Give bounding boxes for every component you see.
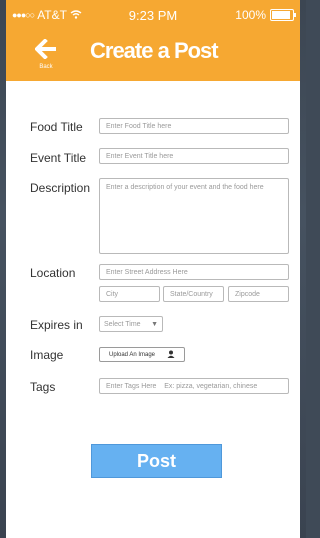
battery-info: 100% <box>235 8 296 22</box>
page-title: Create a Post <box>90 38 219 63</box>
battery-icon <box>270 9 296 21</box>
screen: ●●●○○ AT&T 9:23 PM 100% Back Create a Po… <box>0 0 306 538</box>
street-address-input[interactable]: Enter Street Address Here <box>99 264 289 280</box>
expires-select[interactable]: Select Time ▼ <box>99 316 163 332</box>
tags-label: Tags <box>30 380 56 394</box>
location-label: Location <box>30 266 76 280</box>
upload-image-button[interactable]: Upload An Image <box>99 347 185 362</box>
zipcode-input[interactable]: Zipcode <box>228 286 289 302</box>
back-button[interactable]: Back <box>32 38 60 70</box>
event-title-label: Event Title <box>30 151 87 165</box>
event-title-input[interactable]: Enter Event Title here <box>99 148 289 164</box>
image-label: Image <box>30 348 64 362</box>
state-input[interactable]: State/Country <box>163 286 224 302</box>
expires-selected: Select Time <box>104 320 141 328</box>
status-bar: ●●●○○ AT&T 9:23 PM 100% <box>6 0 300 30</box>
upload-image-label: Upload An Image <box>108 351 156 358</box>
description-label: Description <box>30 181 91 195</box>
city-input[interactable]: City <box>99 286 160 302</box>
expires-label: Expires in <box>30 318 83 332</box>
right-edge <box>300 0 306 538</box>
description-textarea[interactable]: Enter a description of your event and th… <box>99 178 289 254</box>
back-label: Back <box>39 64 53 70</box>
back-arrow-icon <box>32 38 60 62</box>
battery-percent: 100% <box>235 8 266 22</box>
person-icon <box>167 350 175 360</box>
dropdown-arrow-icon: ▼ <box>151 320 158 328</box>
header-bar: ●●●○○ AT&T 9:23 PM 100% Back Create a Po… <box>6 0 300 81</box>
food-title-input[interactable]: Enter Food Title here <box>99 118 289 134</box>
tags-input[interactable]: Enter Tags Here Ex: pizza, vegetarian, c… <box>99 378 289 394</box>
post-button[interactable]: Post <box>91 444 222 478</box>
food-title-label: Food Title <box>30 120 83 134</box>
